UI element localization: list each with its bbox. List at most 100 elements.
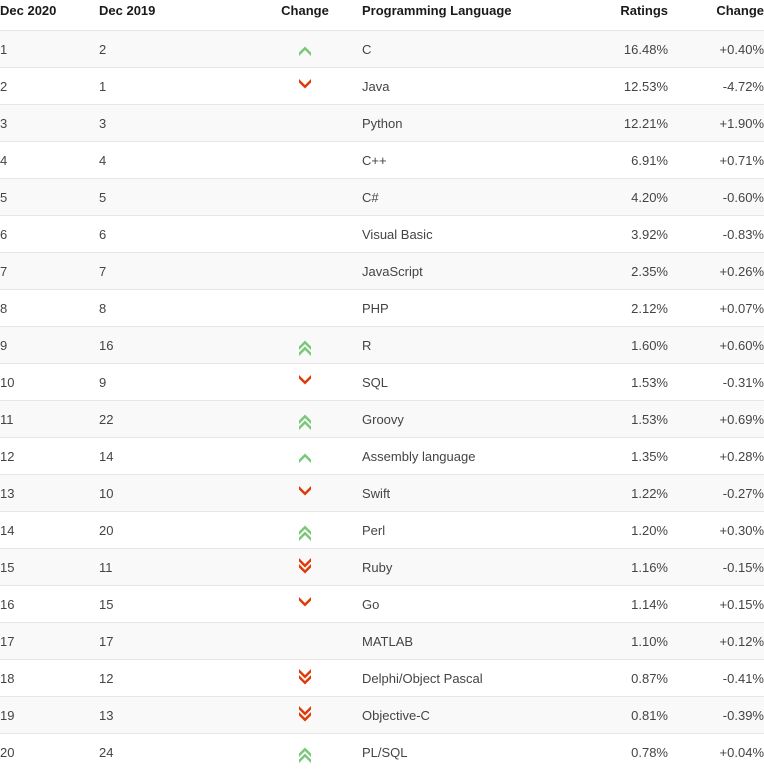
cell-language: PHP (362, 290, 574, 327)
cell-ratings: 1.22% (574, 475, 668, 512)
cell-language: Swift (362, 475, 574, 512)
table-row: 109SQL1.53%-0.31% (0, 364, 764, 401)
column-header-ratings: Ratings (574, 0, 668, 31)
cell-rank-current: 20 (0, 734, 99, 770)
column-header-rank-change: Change (248, 0, 362, 31)
cell-rank-change (248, 31, 362, 68)
cell-rank-current: 3 (0, 105, 99, 142)
cell-language: Perl (362, 512, 574, 549)
cell-rank-previous: 13 (99, 697, 248, 734)
cell-ratings: 1.35% (574, 438, 668, 475)
cell-rank-change (248, 68, 362, 105)
cell-rank-change (248, 697, 362, 734)
cell-rank-current: 12 (0, 438, 99, 475)
chevron-down-icon (297, 593, 313, 615)
table-row: 1717 MATLAB1.10%+0.12% (0, 623, 764, 660)
cell-rank-change (248, 105, 362, 142)
table-row: 2024PL/SQL0.78%+0.04% (0, 734, 764, 770)
cell-change-value: -0.15% (668, 549, 764, 586)
cell-rank-change (248, 290, 362, 327)
cell-ratings: 6.91% (574, 142, 668, 179)
cell-rank-change (248, 142, 362, 179)
cell-rank-change (248, 401, 362, 438)
cell-language: Assembly language (362, 438, 574, 475)
cell-ratings: 1.10% (574, 623, 668, 660)
chevron-double-up-icon (297, 334, 313, 356)
cell-change-value: -0.31% (668, 364, 764, 401)
chevron-double-down-icon (297, 556, 313, 578)
cell-language: MATLAB (362, 623, 574, 660)
cell-ratings: 0.78% (574, 734, 668, 770)
cell-language: R (362, 327, 574, 364)
cell-ratings: 1.20% (574, 512, 668, 549)
cell-rank-change (248, 364, 362, 401)
table-row: 55C#4.20%-0.60% (0, 179, 764, 216)
cell-change-value: +0.28% (668, 438, 764, 475)
cell-rank-current: 7 (0, 253, 99, 290)
cell-rank-current: 5 (0, 179, 99, 216)
cell-ratings: 1.60% (574, 327, 668, 364)
cell-rank-current: 2 (0, 68, 99, 105)
cell-language: Ruby (362, 549, 574, 586)
cell-rank-current: 14 (0, 512, 99, 549)
cell-rank-change (248, 327, 362, 364)
table-row: 1122Groovy1.53%+0.69% (0, 401, 764, 438)
cell-language: Groovy (362, 401, 574, 438)
chevron-down-icon (297, 371, 313, 393)
chevron-up-icon (297, 445, 313, 467)
cell-rank-change (248, 660, 362, 697)
cell-rank-current: 13 (0, 475, 99, 512)
chevron-up-icon (297, 38, 313, 60)
table-row: 1310Swift1.22%-0.27% (0, 475, 764, 512)
column-header-rank-current: Dec 2020 (0, 0, 99, 31)
cell-rank-change (248, 734, 362, 770)
cell-rank-change (248, 216, 362, 253)
cell-rank-previous: 3 (99, 105, 248, 142)
table-header: Dec 2020 Dec 2019 Change Programming Lan… (0, 0, 764, 31)
cell-rank-previous: 2 (99, 31, 248, 68)
cell-rank-previous: 16 (99, 327, 248, 364)
chevron-double-down-icon (297, 704, 313, 726)
cell-language: Python (362, 105, 574, 142)
cell-ratings: 1.53% (574, 364, 668, 401)
cell-language: SQL (362, 364, 574, 401)
chevron-down-icon (297, 482, 313, 504)
table-row: 77JavaScript2.35%+0.26% (0, 253, 764, 290)
cell-ratings: 0.81% (574, 697, 668, 734)
table-row: 33Python12.21%+1.90% (0, 105, 764, 142)
cell-ratings: 12.21% (574, 105, 668, 142)
cell-ratings: 1.53% (574, 401, 668, 438)
table-row: 1420Perl1.20%+0.30% (0, 512, 764, 549)
cell-ratings: 3.92% (574, 216, 668, 253)
cell-rank-change (248, 438, 362, 475)
cell-rank-current: 16 (0, 586, 99, 623)
column-header-rank-previous: Dec 2019 (99, 0, 248, 31)
cell-change-value: +0.26% (668, 253, 764, 290)
cell-rank-previous: 4 (99, 142, 248, 179)
cell-change-value: -0.39% (668, 697, 764, 734)
cell-rank-change (248, 586, 362, 623)
cell-rank-previous: 24 (99, 734, 248, 770)
chevron-double-up-icon (297, 408, 313, 430)
cell-rank-previous: 5 (99, 179, 248, 216)
cell-change-value: +0.30% (668, 512, 764, 549)
cell-language: C# (362, 179, 574, 216)
cell-change-value: -0.27% (668, 475, 764, 512)
table-row: 916R1.60%+0.60% (0, 327, 764, 364)
cell-rank-previous: 14 (99, 438, 248, 475)
cell-rank-current: 17 (0, 623, 99, 660)
cell-rank-previous: 15 (99, 586, 248, 623)
cell-rank-previous: 17 (99, 623, 248, 660)
table-row: 1214 Assembly language1.35%+0.28% (0, 438, 764, 475)
cell-rank-previous: 12 (99, 660, 248, 697)
chevron-double-down-icon (297, 667, 313, 689)
cell-change-value: -0.83% (668, 216, 764, 253)
table-row: 12C16.48%+0.40% (0, 31, 764, 68)
table-row: 21Java12.53%-4.72% (0, 68, 764, 105)
cell-ratings: 16.48% (574, 31, 668, 68)
cell-change-value: +0.12% (668, 623, 764, 660)
cell-rank-previous: 8 (99, 290, 248, 327)
cell-language: PL/SQL (362, 734, 574, 770)
cell-rank-current: 1 (0, 31, 99, 68)
cell-change-value: -4.72% (668, 68, 764, 105)
